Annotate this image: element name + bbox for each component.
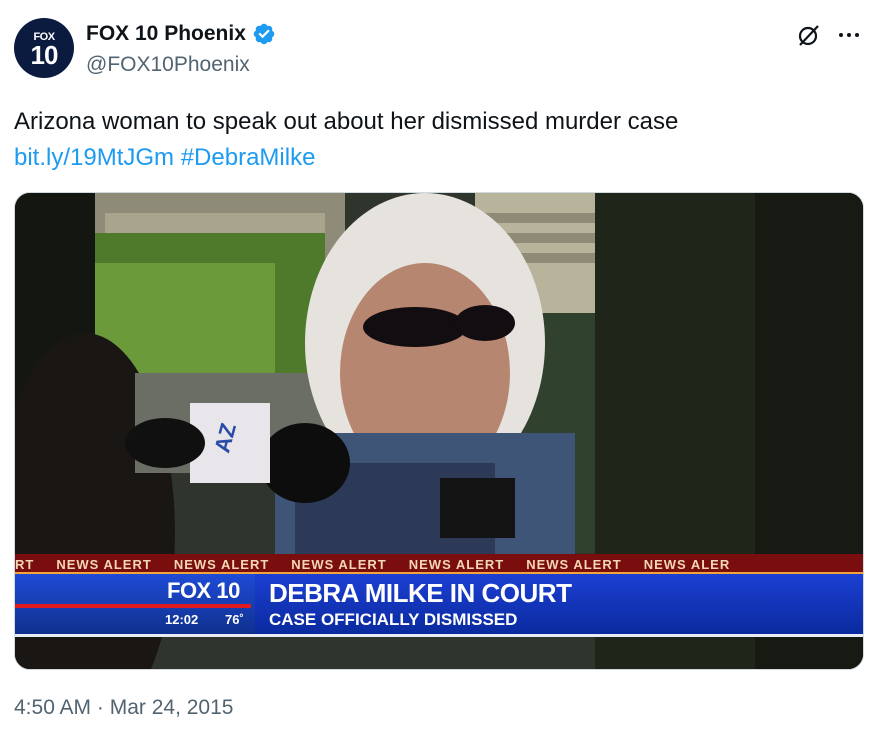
ticker-item: NEWS ALERT [56,556,152,572]
lower-third-bottom-bar [15,634,863,637]
tweet-link[interactable]: bit.ly/19MtJGm [14,144,174,171]
avatar[interactable]: FOX 10 [14,18,74,78]
broadcast-time: 12:02 [165,612,199,627]
grok-icon[interactable] [796,22,822,48]
account-name-row[interactable]: FOX 10 Phoenix [86,22,276,46]
lower-third-red-stripe [15,604,251,608]
ticker-item: NEWS ALERT [173,556,270,572]
ticker-item: NEWS ALERT [526,556,622,572]
account-name[interactable]: FOX 10 Phoenix [86,22,246,46]
broadcast-temperature: 76˚ [225,612,244,627]
tweet-timestamp[interactable]: 4:50 AM · Mar 24, 2015 [14,696,233,720]
avatar-text-bottom: 10 [30,39,59,70]
news-ticker: RT NEWS ALERT NEWS ALERT NEWS ALERT NEWS… [15,554,863,574]
broadcast-subhead: CASE OFFICIALLY DISMISSED [269,610,518,629]
ticker-item: NEWS ALERT [291,556,387,572]
more-options-icon[interactable] [836,22,862,48]
verified-badge-icon [253,23,275,45]
channel-brand: FOX 10 [167,578,240,603]
tweet-links-row: bit.ly/19MtJGm #DebraMilke [14,140,854,176]
lower-third: FOX 10 12:02 76˚ DEBRA MILKE IN COURT CA… [15,574,863,634]
tweet-text: Arizona woman to speak out about her dis… [14,104,854,176]
account-handle[interactable]: @FOX10Phoenix [86,53,250,77]
tweet-body: Arizona woman to speak out about her dis… [14,108,679,135]
tweet-hashtag[interactable]: #DebraMilke [181,144,316,171]
video-still[interactable]: RT NEWS ALERT NEWS ALERT NEWS ALERT NEWS… [14,192,864,670]
broadcast-headline: DEBRA MILKE IN COURT [269,578,572,608]
ticker-item: NEWS ALER [643,556,731,572]
ticker-item: RT [15,556,35,572]
ticker-item: NEWS ALERT [408,556,505,572]
